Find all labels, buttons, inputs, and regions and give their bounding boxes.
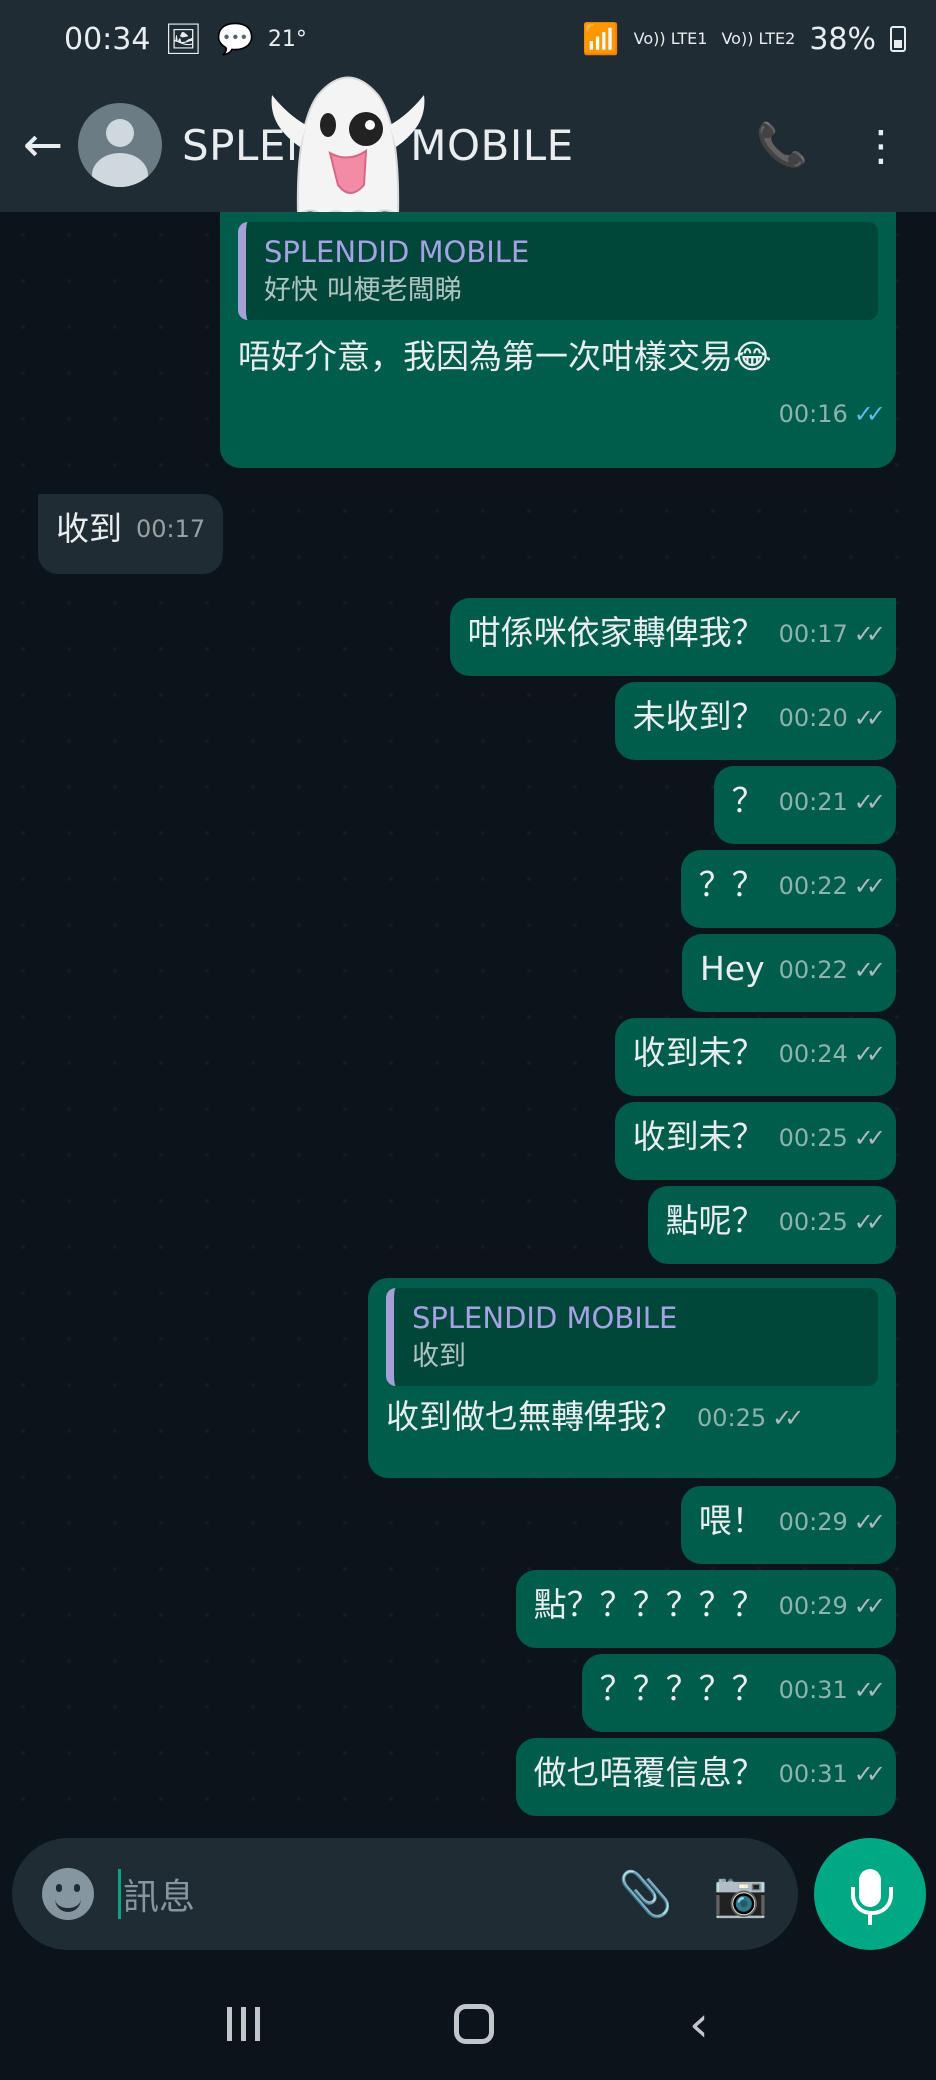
message-bubble-incoming[interactable]: 收到 00:17 [38, 494, 224, 574]
delivered-ticks-icon: ✓✓ [853, 956, 886, 984]
ghost-emoji-sticker-icon [271, 76, 425, 219]
message-text: 咁係咪依家轉俾我？ [467, 612, 765, 652]
message-bubble-outgoing[interactable]: 點？？？？？？ 00:29 ✓✓ [515, 1570, 896, 1648]
message-bubble-outgoing[interactable]: 收到未？ 00:24 ✓✓ [614, 1018, 896, 1096]
chat-area[interactable]: SPLENDID MOBILE 好快 叫梗老闆睇 唔好介意，我因為第一次咁樣交易… [0, 212, 936, 1832]
more-vert-icon[interactable]: ⋮ [860, 121, 902, 170]
message-time: 00:22 [778, 872, 848, 900]
message-bubble-outgoing[interactable]: 收到未？ 00:25 ✓✓ [614, 1102, 896, 1180]
message-time: 00:31 [778, 1760, 848, 1788]
message-time: 00:25 [697, 1404, 767, 1432]
sim2-signal: Vo)) LTE2 [721, 29, 796, 48]
message-time: 00:31 [778, 1676, 848, 1704]
message-time: 00:16 [778, 399, 848, 428]
delivered-ticks-icon: ✓✓ [853, 1676, 886, 1704]
recent-apps-icon[interactable] [227, 2007, 261, 2041]
delivered-ticks-icon: ✓✓ [853, 788, 886, 816]
quote-author: SPLENDID MOBILE [264, 235, 530, 269]
avatar[interactable] [78, 103, 162, 187]
message-bubble-outgoing[interactable]: 做乜唔覆信息？ 00:31 ✓✓ [515, 1738, 896, 1816]
message-time: 00:17 [778, 620, 848, 648]
gallery-notification-icon: 🖼 [164, 21, 203, 57]
message-text: 收到未？ [632, 1032, 765, 1072]
message-text: ？？？？？ [599, 1668, 765, 1708]
system-nav-bar: ‹ [0, 1968, 936, 2080]
delivered-ticks-icon: ✓✓ [853, 1592, 886, 1620]
add-call-icon[interactable]: 📞 [756, 120, 808, 170]
paperclip-icon[interactable]: 📎 [618, 1868, 673, 1920]
message-bubble-outgoing[interactable]: SPLENDID MOBILE 好快 叫梗老闆睇 唔好介意，我因為第一次咁樣交易… [220, 212, 896, 468]
message-time: 00:29 [778, 1508, 848, 1536]
wifi-icon: 📶 [582, 21, 620, 57]
quote-text: 好快 叫梗老闆睇 [264, 275, 462, 306]
message-text: ？？ [698, 864, 765, 904]
message-time: 00:29 [778, 1592, 848, 1620]
chat-header: ← SPLENDID MOBILE 📞 ⋮ [0, 78, 936, 212]
message-time: 00:17 [136, 514, 206, 543]
delivered-ticks-icon: ✓✓ [853, 1208, 886, 1236]
message-text: Hey [699, 948, 765, 988]
sim1-signal: Vo)) LTE1 [633, 29, 708, 48]
back-nav-icon[interactable]: ‹ [689, 1995, 709, 2053]
message-composer: 訊息 📎 📷 [12, 1838, 798, 1950]
message-input[interactable]: 訊息 [123, 1868, 578, 1920]
message-text: 做乜唔覆信息？ [533, 1752, 765, 1792]
message-text: 點？？？？？？ [533, 1584, 765, 1624]
arrow-left-icon[interactable]: ← [8, 117, 78, 173]
message-bubble-outgoing[interactable]: ？？ 00:22 ✓✓ [680, 850, 896, 928]
delivered-ticks-icon: ✓✓ [853, 620, 886, 648]
message-bubble-outgoing[interactable]: ？？？？？ 00:31 ✓✓ [581, 1654, 896, 1732]
message-text: 點呢？ [665, 1200, 765, 1240]
status-bar: 00:34 🖼 💬 21° 📶 Vo)) LTE1 Vo)) LTE2 38% [0, 0, 936, 78]
quoted-message[interactable]: SPLENDID MOBILE 收到 [386, 1288, 878, 1386]
message-bubble-outgoing[interactable]: 點呢？ 00:25 ✓✓ [647, 1186, 896, 1264]
delivered-ticks-icon: ✓✓ [853, 1508, 886, 1536]
delivered-ticks-icon: ✓✓ [853, 872, 886, 900]
delivered-ticks-icon: ✓✓ [772, 1404, 804, 1432]
message-notification-icon: 💬 [216, 21, 254, 57]
camera-icon[interactable]: 📷 [713, 1868, 768, 1920]
battery-icon [890, 26, 906, 52]
status-temperature: 21° [267, 26, 307, 52]
quote-text: 收到 [412, 1341, 466, 1372]
status-time: 00:34 [64, 21, 151, 57]
message-text: ？ [731, 780, 765, 820]
message-bubble-outgoing[interactable]: ？ 00:21 ✓✓ [713, 766, 896, 844]
delivered-ticks-icon: ✓✓ [853, 1124, 886, 1152]
message-bubble-outgoing[interactable]: SPLENDID MOBILE 收到 收到做乜無轉俾我？ 00:25 ✓✓ [368, 1278, 896, 1478]
message-time: 00:21 [778, 788, 848, 816]
delivered-ticks-icon: ✓✓ [853, 1760, 886, 1788]
message-bubble-outgoing[interactable]: 喂！ 00:29 ✓✓ [680, 1486, 896, 1564]
quoted-message[interactable]: SPLENDID MOBILE 好快 叫梗老闆睇 [238, 222, 878, 320]
message-text: 未收到？ [632, 696, 765, 736]
message-text: 收到 [56, 508, 122, 548]
message-bubble-outgoing[interactable]: 未收到？ 00:20 ✓✓ [614, 682, 896, 760]
message-time: 00:20 [778, 704, 848, 732]
message-time: 00:24 [778, 1040, 848, 1068]
delivered-ticks-icon: ✓✓ [853, 1040, 886, 1068]
delivered-ticks-icon: ✓✓ [853, 704, 886, 732]
quote-author: SPLENDID MOBILE [412, 1301, 678, 1335]
message-bubble-outgoing[interactable]: Hey 00:22 ✓✓ [681, 934, 896, 1012]
message-time: 00:25 [778, 1208, 848, 1236]
microphone-icon [851, 1869, 893, 1925]
read-ticks-icon: ✓✓ [853, 399, 886, 428]
message-time: 00:22 [778, 956, 848, 984]
status-right: 📶 Vo)) LTE1 Vo)) LTE2 38% [582, 22, 906, 57]
status-left: 00:34 🖼 💬 21° [64, 22, 307, 57]
voice-message-button[interactable] [814, 1838, 926, 1950]
home-icon[interactable] [454, 2004, 495, 2044]
message-bubble-outgoing[interactable]: 咁係咪依家轉俾我？ 00:17 ✓✓ [449, 598, 896, 676]
message-text: 收到未？ [632, 1116, 765, 1156]
message-text: 唔好介意，我因為第一次咁樣交易😂 [238, 336, 772, 376]
text-cursor [118, 1869, 121, 1919]
battery-percent: 38% [809, 21, 876, 57]
message-text: 收到做乜無轉俾我？ [386, 1396, 683, 1436]
message-text: 喂！ [698, 1500, 765, 1540]
message-time: 00:25 [778, 1124, 848, 1152]
emoji-icon[interactable] [42, 1868, 94, 1920]
